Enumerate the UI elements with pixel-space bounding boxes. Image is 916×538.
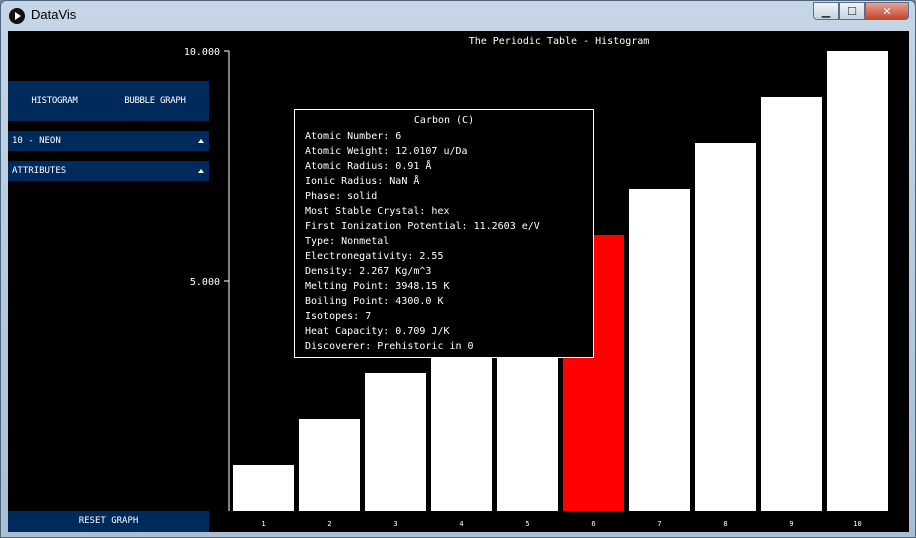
histogram-bar bbox=[695, 143, 756, 511]
element-tooltip: Carbon (C) Atomic Number: 6 Atomic Weight… bbox=[294, 109, 594, 358]
tooltip-line: First Ionization Potential: 11.2603 e/V bbox=[305, 221, 540, 232]
window-controls: ▁ ☐ ✕ bbox=[813, 2, 909, 20]
tooltip-line: Discoverer: Prehistoric in 0 bbox=[305, 341, 474, 352]
tooltip-line: Atomic Weight: 12.0107 u/Da bbox=[305, 146, 468, 157]
x-tick-label: 9 bbox=[789, 520, 793, 528]
app-window: DataVis ▁ ☐ ✕ HISTOGRAM BUBBLE GRAPH 10 … bbox=[0, 0, 916, 538]
close-button[interactable]: ✕ bbox=[865, 2, 909, 20]
y-tick-label: 5.000 bbox=[190, 277, 220, 288]
tooltip-line: Electronegativity: 2.55 bbox=[305, 251, 444, 262]
x-tick-label: 5 bbox=[525, 520, 529, 528]
x-tick-label: 10 bbox=[853, 520, 861, 528]
window-title: DataVis bbox=[31, 7, 77, 22]
x-tick-label: 4 bbox=[459, 520, 463, 528]
tooltip-line: Atomic Radius: 0.91 Å bbox=[305, 161, 432, 172]
histogram-bar bbox=[365, 373, 426, 511]
app-play-icon bbox=[9, 8, 25, 24]
tooltip-line: Heat Capacity: 0.709 J/K bbox=[305, 326, 450, 337]
x-tick-label: 6 bbox=[591, 520, 595, 528]
tooltip-line: Most Stable Crystal: hex bbox=[305, 206, 450, 217]
app-canvas: HISTOGRAM BUBBLE GRAPH 10 - NEON ATTRIBU… bbox=[8, 31, 909, 532]
tooltip-line: Type: Nonmetal bbox=[305, 236, 390, 247]
tooltip-line: Melting Point: 3948.15 K bbox=[305, 281, 450, 292]
tooltip-title: Carbon (C) bbox=[413, 115, 475, 126]
tooltip-line: Ionic Radius: NaN Å bbox=[305, 176, 420, 187]
x-tick-label: 3 bbox=[393, 520, 397, 528]
x-tick-label: 2 bbox=[327, 520, 331, 528]
minimize-button[interactable]: ▁ bbox=[813, 2, 839, 20]
histogram-bar bbox=[629, 189, 690, 511]
y-tick-label: 10.000 bbox=[184, 47, 220, 58]
tooltip-line: Isotopes: 7 bbox=[305, 311, 372, 322]
maximize-button[interactable]: ☐ bbox=[839, 2, 865, 20]
histogram-bar bbox=[827, 51, 888, 511]
tooltip-line: Boiling Point: 4300.0 K bbox=[305, 296, 444, 307]
x-tick-label: 8 bbox=[723, 520, 727, 528]
tooltip-line: Phase: solid bbox=[305, 191, 378, 202]
tooltip-line: Atomic Number: 6 bbox=[305, 131, 402, 142]
histogram-bar bbox=[761, 97, 822, 511]
x-tick-label: 7 bbox=[657, 520, 661, 528]
x-tick-label: 1 bbox=[261, 520, 265, 528]
tooltip-line: Density: 2.267 Kg/m^3 bbox=[305, 266, 432, 277]
histogram-bar bbox=[233, 465, 294, 511]
histogram-bar bbox=[299, 419, 360, 511]
title-bar[interactable]: DataVis ▁ ☐ ✕ bbox=[1, 1, 915, 29]
